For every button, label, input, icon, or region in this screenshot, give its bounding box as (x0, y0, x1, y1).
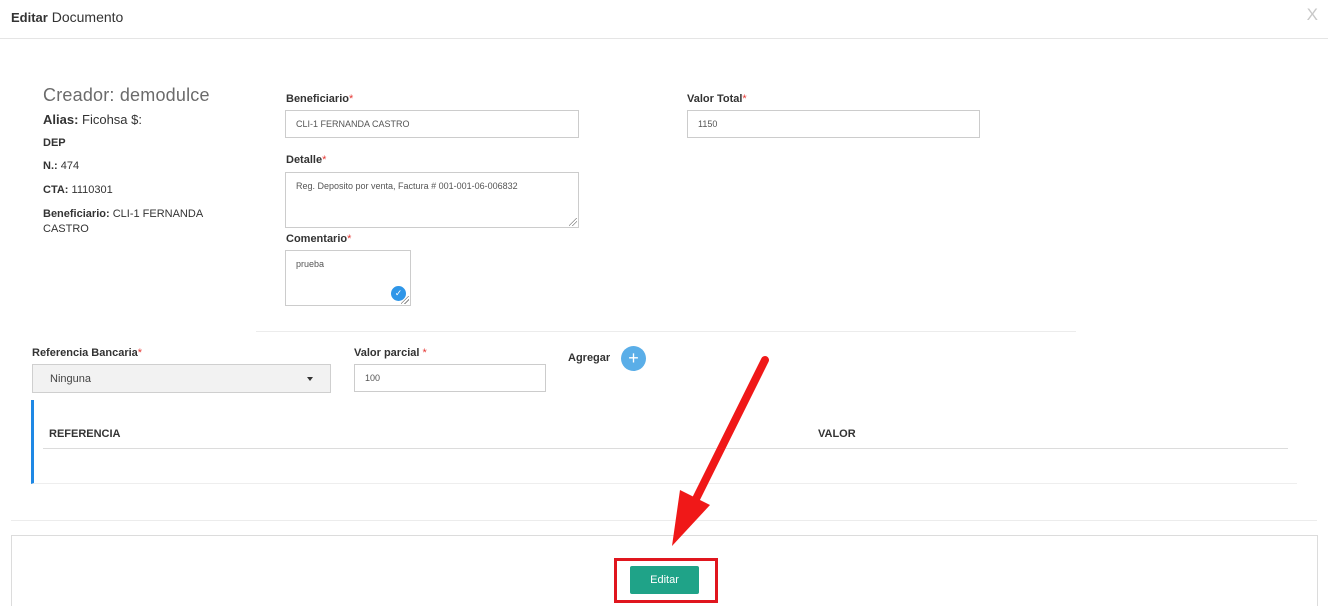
comentario-textarea[interactable]: prueba ✓ (285, 250, 411, 306)
alias-info: Alias: Ficohsa $: (43, 112, 142, 127)
cta-value: 1110301 (68, 184, 113, 196)
modal-title: Editar Documento (11, 9, 123, 25)
detalle-textarea[interactable]: Reg. Deposito por venta, Factura # 001-0… (285, 172, 579, 228)
cta-info: CTA: 1110301 (43, 184, 113, 196)
annotation-arrow-head (672, 490, 710, 546)
resize-grip-icon[interactable] (401, 296, 409, 304)
resize-grip-icon[interactable] (569, 218, 577, 226)
dep-info: DEP (43, 137, 66, 149)
plus-icon[interactable]: + (621, 346, 646, 371)
number-value: 474 (57, 160, 80, 172)
referencia-bancaria-label: Referencia Bancaria* (32, 347, 142, 359)
required-mark: * (347, 233, 352, 245)
modal-title-rest: Documento (47, 9, 124, 25)
alias-value: Ficohsa $: (78, 112, 142, 127)
alias-label: Alias: (43, 112, 79, 127)
modal-header (0, 0, 1328, 39)
required-mark: * (422, 347, 427, 359)
annotation-highlight-box (614, 558, 718, 603)
column-header-referencia: REFERENCIA (49, 428, 121, 440)
caret-down-icon (307, 376, 313, 381)
annotation-arrow (672, 356, 769, 546)
required-mark: * (348, 93, 354, 105)
detalle-value: Reg. Deposito por venta, Factura # 001-0… (296, 181, 518, 191)
annotation-arrow-shaft (689, 356, 769, 509)
comentario-value: prueba (296, 259, 325, 269)
beneficiario-label: Beneficiario* (286, 93, 353, 105)
beneficiario-info: Beneficiario: CLI-1 FERNANDA CASTRO (43, 207, 243, 237)
valor-parcial-field[interactable]: 100 (354, 364, 546, 392)
creator-label: Creador: demodulce (43, 85, 210, 105)
required-mark: * (742, 93, 747, 105)
column-header-valor: VALOR (818, 428, 856, 440)
divider (256, 331, 1076, 332)
valor-total-label: Valor Total* (687, 93, 747, 105)
valor-total-field[interactable]: 1150 (687, 110, 980, 138)
modal-title-bold: Editar (11, 10, 48, 25)
referencia-bancaria-selected: Ninguna (50, 372, 91, 385)
valor-parcial-label-text: Valor parcial (354, 347, 423, 359)
detalle-label-text: Detalle (286, 154, 323, 166)
beneficiario-info-label: Beneficiario: (43, 208, 110, 220)
comentario-label: Comentario* (286, 233, 351, 245)
comentario-label-text: Comentario (286, 233, 348, 245)
detalle-label: Detalle* (286, 154, 326, 166)
beneficiario-field[interactable]: CLI-1 FERNANDA CASTRO (285, 110, 579, 138)
close-icon[interactable]: X (1307, 5, 1318, 25)
valor-parcial-label: Valor parcial * (354, 347, 427, 359)
referencia-bancaria-label-text: Referencia Bancaria (32, 347, 138, 359)
number-info: N.: 474 (43, 160, 79, 172)
cta-label: CTA: (43, 184, 69, 196)
number-label: N.: (43, 160, 58, 172)
dep-label: DEP (43, 137, 66, 149)
required-mark: * (322, 154, 327, 166)
agregar-label: Agregar (568, 352, 611, 364)
referencia-bancaria-select[interactable]: Ninguna (32, 364, 331, 393)
required-mark: * (137, 347, 143, 359)
valor-total-label-text: Valor Total (687, 93, 743, 105)
beneficiario-label-text: Beneficiario (286, 93, 349, 105)
